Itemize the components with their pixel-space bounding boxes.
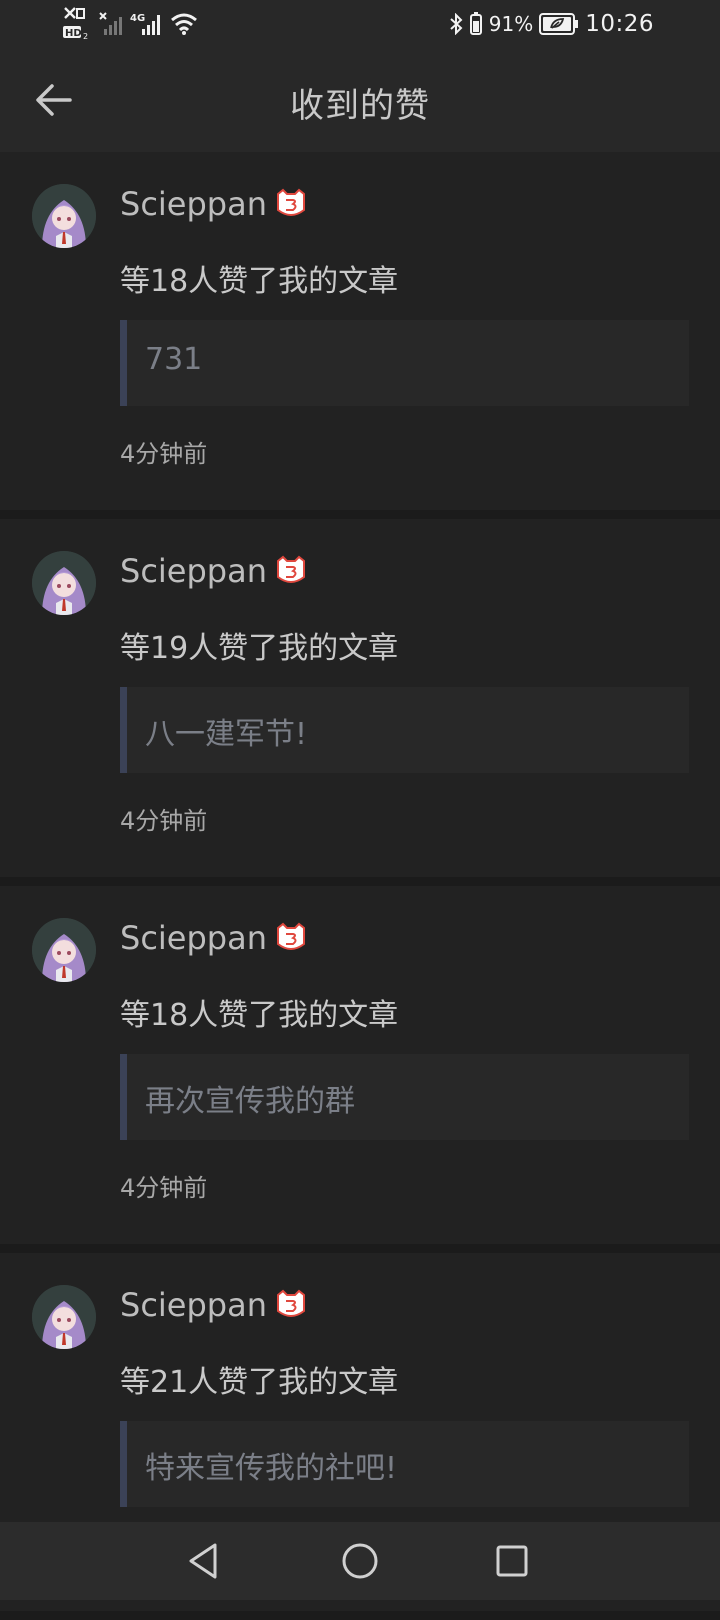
battery-percent: 91% — [488, 12, 534, 36]
like-summary: 等18人赞了我的文章 — [120, 264, 399, 299]
nav-recents-button[interactable] — [490, 1539, 534, 1583]
username[interactable]: Scieppan — [120, 1286, 267, 1324]
like-summary: 等18人赞了我的文章 — [120, 998, 399, 1033]
status-bar: HD 2 4G 91% 10:26 — [0, 0, 720, 48]
article-title: 731 — [145, 342, 203, 377]
avatar-image — [32, 918, 96, 982]
username[interactable]: Scieppan — [120, 919, 267, 957]
system-nav-bar — [0, 1522, 720, 1600]
home-circle-icon — [342, 1543, 378, 1579]
notification-list: Scieppan 等18人赞了我的文章 731 4分钟前 Scieppan 等1… — [0, 152, 720, 1620]
avatar-image — [32, 184, 96, 248]
notification-card[interactable]: Scieppan 等19人赞了我的文章 八一建军节! 4分钟前 — [0, 519, 720, 877]
app-header: 收到的赞 — [0, 48, 720, 152]
article-title: 特来宣传我的社吧! — [145, 1451, 398, 1486]
avatar[interactable] — [32, 918, 96, 982]
svg-text:2: 2 — [83, 32, 88, 41]
bluetooth-icon — [450, 13, 463, 35]
level-badge-icon — [277, 188, 305, 216]
back-triangle-icon — [189, 1543, 217, 1579]
level-badge-icon — [277, 555, 305, 583]
nav-back-button[interactable] — [183, 1539, 227, 1583]
page-title: 收到的赞 — [290, 86, 430, 126]
article-title: 八一建军节! — [145, 717, 308, 752]
like-summary: 等21人赞了我的文章 — [120, 1365, 399, 1400]
signal-icon — [99, 12, 122, 35]
article-quote[interactable]: 731 — [120, 320, 689, 406]
status-right: 91% 10:26 — [449, 4, 654, 44]
avatar[interactable] — [32, 551, 96, 615]
username[interactable]: Scieppan — [120, 552, 267, 590]
timestamp: 4分钟前 — [120, 807, 208, 835]
article-quote[interactable]: 八一建军节! — [120, 687, 689, 773]
signal-4g-icon: 4G — [130, 13, 160, 35]
no-sim-icon: HD 2 — [63, 7, 88, 41]
timestamp: 4分钟前 — [120, 1174, 208, 1202]
article-quote[interactable]: 再次宣传我的群 — [120, 1054, 689, 1140]
article-title: 再次宣传我的群 — [145, 1084, 355, 1119]
battery-icon — [539, 13, 579, 35]
avatar-image — [32, 1285, 96, 1349]
level-badge-icon — [277, 922, 305, 950]
avatar-image — [32, 551, 96, 615]
status-left: HD 2 4G — [62, 4, 198, 44]
article-quote[interactable]: 特来宣传我的社吧! — [120, 1421, 689, 1507]
like-summary: 等19人赞了我的文章 — [120, 631, 399, 666]
timestamp: 4分钟前 — [120, 440, 208, 468]
clock: 10:26 — [585, 11, 654, 37]
battery-small-icon — [469, 12, 482, 35]
username[interactable]: Scieppan — [120, 185, 267, 223]
avatar[interactable] — [32, 184, 96, 248]
wifi-icon — [171, 13, 197, 35]
avatar[interactable] — [32, 1285, 96, 1349]
level-badge-icon — [277, 1289, 305, 1317]
svg-text:HD: HD — [65, 28, 82, 39]
notification-card[interactable]: Scieppan 等18人赞了我的文章 731 4分钟前 — [0, 152, 720, 510]
nav-home-button[interactable] — [338, 1539, 382, 1583]
recents-square-icon — [496, 1545, 528, 1577]
notification-card[interactable]: Scieppan 等18人赞了我的文章 再次宣传我的群 4分钟前 — [0, 886, 720, 1244]
svg-text:4G: 4G — [130, 13, 145, 24]
